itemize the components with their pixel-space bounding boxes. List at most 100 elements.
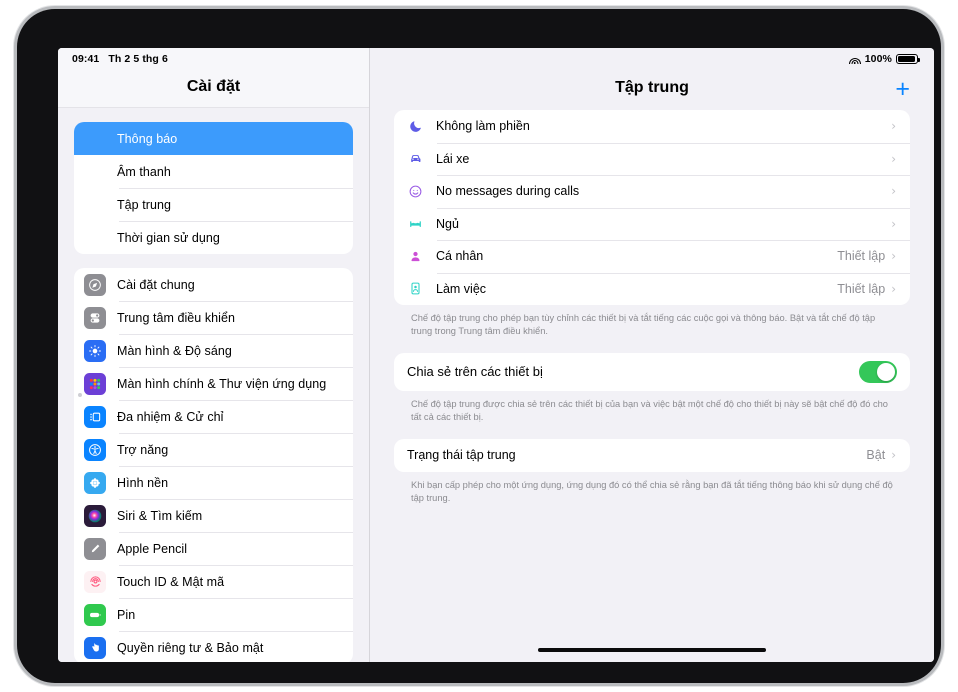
share-across-devices-card: Chia sẻ trên các thiết bị	[394, 352, 910, 391]
chevron-right-icon: ›	[891, 119, 896, 134]
chevron-right-icon: ›	[891, 184, 896, 199]
sidebar-scroll-area[interactable]: Thông báo Âm thanh Tập trung Thời gian s…	[58, 108, 369, 662]
focus-footnote: Chế độ tập trung cho phép bạn tùy chỉnh …	[411, 313, 876, 337]
settings-sidebar: Cài đặt Thông báo Âm thanh Tập trung Thờ…	[58, 48, 370, 662]
sidebar-item-am-thanh[interactable]: Âm thanh	[74, 155, 353, 188]
sidebar-item-label: Màn hình chính & Thư viện ứng dụng	[117, 376, 327, 391]
page-title: Cài đặt	[186, 78, 241, 95]
focus-status-label: Trạng thái tập trung	[407, 448, 516, 463]
sidebar-item-thoi-gian-su-dung[interactable]: Thời gian sử dụng	[74, 221, 353, 254]
touch-id-fingerprint-icon	[84, 570, 106, 593]
focus-detail-pane: Tập trung + Không làm phiền › Lái xe › No me…	[370, 48, 934, 662]
sidebar-item-label: Apple Pencil	[117, 541, 188, 556]
sidebar-item-tap-trung[interactable]: Tập trung	[74, 188, 353, 221]
sidebar-item-h-nh-n-n[interactable]: Hình nền	[74, 466, 353, 499]
ipad-screen: 09:41 Th 2 5 thg 6 100% Cài đặt Thông bá…	[58, 48, 934, 662]
chevron-right-icon: ›	[891, 281, 896, 296]
sidebar-item-apple-pencil[interactable]: Apple Pencil	[74, 532, 353, 565]
sidebar-item-m-n-h-nh-ch-nh-th-vi-n-ng-d-ng[interactable]: Màn hình chính & Thư viện ứng dụng	[74, 367, 353, 400]
focus-moon-icon	[84, 194, 106, 216]
share-across-devices-label: Chia sẻ trên các thiết bị	[407, 364, 543, 380]
sidebar-item-label: Pin	[117, 607, 136, 622]
ipad-device-frame: 09:41 Th 2 5 thg 6 100% Cài đặt Thông bá…	[17, 9, 941, 683]
wallpaper-flower-icon	[84, 471, 106, 494]
sidebar-group-1: Thông báo Âm thanh Tập trung Thời gian s…	[74, 122, 353, 254]
moon-icon	[407, 119, 424, 133]
status-footnote: Khi bạn cấp phép cho một ứng dụng, ứng d…	[411, 479, 893, 504]
sidebar-header: Cài đặt	[58, 48, 369, 108]
chevron-right-icon: ›	[891, 216, 896, 231]
sidebar-item-label: Trợ năng	[117, 442, 169, 457]
home-screen-grid-icon	[84, 372, 106, 395]
focus-mode-row[interactable]: No messages during calls ›	[394, 175, 910, 208]
sidebar-item-label: Đa nhiệm & Cử chỉ	[117, 409, 224, 424]
sidebar-item-label: Siri & Tìm kiếm	[117, 508, 203, 523]
chevron-right-icon: ›	[891, 249, 896, 264]
car-icon	[407, 151, 424, 166]
accessibility-icon	[84, 438, 106, 461]
focus-mode-row[interactable]: Lái xe ›	[394, 142, 910, 176]
detail-scroll-area[interactable]: Không làm phiền › Lái xe › No messages durin…	[370, 108, 934, 662]
sidebar-item-siri-t-m-ki-m[interactable]: Siri & Tìm kiếm	[74, 499, 353, 532]
focus-status-row[interactable]: Trạng thái tập trung Bật ›	[394, 439, 910, 472]
focus-mode-label: Không làm phiền	[436, 119, 530, 134]
sidebar-item-label: Cài đặt chung	[117, 277, 195, 292]
focus-status-value: Bật	[866, 448, 886, 463]
battery-icon	[84, 603, 106, 626]
focus-mode-label: No messages during calls	[436, 184, 580, 199]
id-card-icon	[407, 281, 424, 296]
display-brightness-icon	[84, 339, 106, 362]
sidebar-item-label: Touch ID & Mật mã	[117, 574, 225, 589]
focus-mode-row[interactable]: Cá nhân Thiết lập ›	[394, 240, 910, 273]
focus-mode-row[interactable]: Không làm phiền ›	[394, 110, 910, 143]
sidebar-item-label: Thời gian sử dụng	[117, 230, 220, 245]
sidebar-item-label: Thông báo	[117, 131, 178, 146]
focus-mode-row[interactable]: Làm việc Thiết lập ›	[394, 272, 910, 306]
person-icon	[407, 249, 424, 264]
sidebar-group-2: Cài đặt chung Trung tâm điều khiển Màn hìn…	[74, 268, 353, 662]
share-across-devices-row[interactable]: Chia sẻ trên các thiết bị	[394, 353, 910, 391]
siri-orb-icon	[84, 504, 106, 527]
control-center-icon	[84, 306, 106, 329]
add-focus-button[interactable]: +	[895, 77, 910, 102]
sidebar-item-m-n-h-nh-s-ng[interactable]: Màn hình & Độ sáng	[74, 334, 353, 367]
sidebar-item-pin[interactable]: Pin	[74, 598, 353, 631]
multitasking-icon	[84, 405, 106, 428]
focus-mode-label: Lái xe	[436, 151, 470, 166]
sidebar-item-thong-bao[interactable]: Thông báo	[74, 122, 353, 155]
sidebar-item-quy-n-ri-ng-t-b-o-m-t[interactable]: Quyền riêng tư & Bảo mật	[74, 631, 353, 662]
share-footnote: Chế độ tập trung được chia sẻ trên các t…	[411, 398, 888, 423]
sidebar-item-touch-id-m-t-m[interactable]: Touch ID & Mật mã	[74, 565, 353, 598]
notifications-bell-icon	[84, 128, 106, 150]
sidebar-item-label: Trung tâm điều khiển	[117, 310, 235, 325]
share-across-devices-toggle[interactable]	[859, 360, 897, 383]
sidebar-item-tr-n-ng[interactable]: Trợ năng	[74, 433, 353, 466]
sidebar-item-label: Quyền riêng tư & Bảo mật	[117, 640, 264, 655]
chevron-right-icon: ›	[891, 448, 896, 463]
detail-header: Tập trung +	[370, 48, 934, 108]
focus-mode-label: Ngủ	[436, 216, 459, 231]
sidebar-item-a-nhi-m-c-ch[interactable]: Đa nhiệm & Cử chỉ	[74, 400, 353, 433]
bed-icon	[407, 216, 424, 231]
chevron-right-icon: ›	[891, 151, 896, 166]
sidebar-item-trung-t-m-i-u-khi-n[interactable]: Trung tâm điều khiển	[74, 301, 353, 334]
focus-modes-card: Không làm phiền › Lái xe › No messages durin…	[394, 110, 910, 305]
focus-mode-row[interactable]: Ngủ ›	[394, 207, 910, 241]
sidebar-item-label: Màn hình & Độ sáng	[117, 343, 232, 358]
focus-status-card: Trạng thái tập trung Bật ›	[394, 438, 910, 472]
home-indicator	[538, 647, 766, 652]
focus-mode-label: Cá nhân	[436, 249, 484, 264]
screen-time-hourglass-icon	[84, 227, 106, 249]
privacy-hand-icon	[84, 636, 106, 659]
apple-pencil-icon	[84, 537, 106, 560]
focus-mode-value: Thiết lập	[837, 281, 886, 296]
smiley-icon	[407, 184, 424, 199]
focus-mode-label: Làm việc	[436, 281, 487, 296]
general-gear-icon	[84, 273, 106, 296]
detail-title: Tập trung	[615, 79, 689, 96]
sidebar-item-label: Tập trung	[117, 197, 171, 212]
focus-mode-value: Thiết lập	[837, 249, 886, 264]
sounds-speaker-icon	[84, 161, 106, 183]
sidebar-item-label: Hình nền	[117, 475, 169, 490]
sidebar-item-c-i-t-chung[interactable]: Cài đặt chung	[74, 268, 353, 301]
